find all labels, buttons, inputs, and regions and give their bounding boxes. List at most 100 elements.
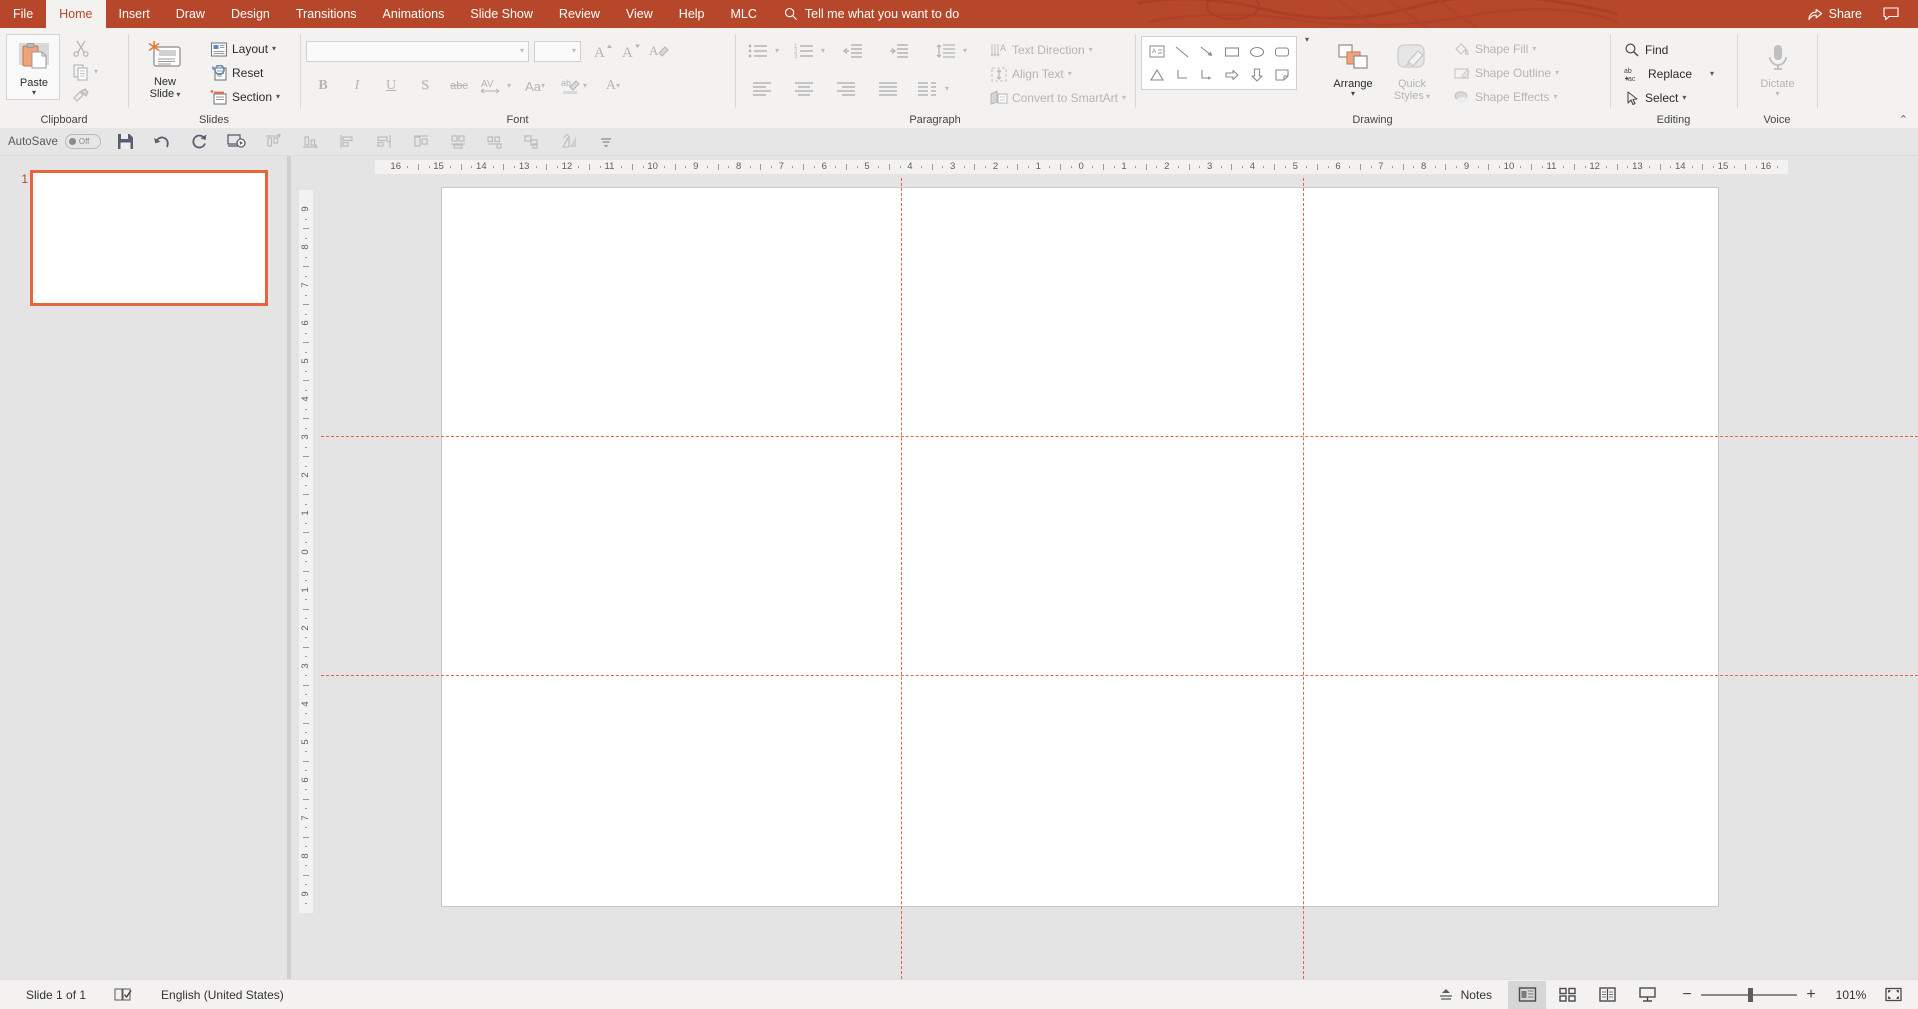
align-text-caret-icon[interactable]: ▾ xyxy=(1068,70,1072,78)
replace-caret-icon[interactable]: ▾ xyxy=(1710,70,1714,78)
shapes-gallery[interactable]: A xyxy=(1141,36,1297,90)
comments-button[interactable] xyxy=(1874,0,1908,28)
font-color-caret-icon[interactable]: ▾ xyxy=(616,82,620,90)
zoom-in-button[interactable]: + xyxy=(1806,986,1816,1002)
character-spacing-button[interactable]: AV ▾ xyxy=(476,73,516,99)
change-case-button[interactable]: Aa ▾ xyxy=(516,73,554,99)
accessibility-checker-button[interactable] xyxy=(100,987,147,1002)
format-painter-button[interactable] xyxy=(68,84,102,108)
quick-styles-caret-icon[interactable]: ▾ xyxy=(1424,92,1430,101)
autosave-control[interactable]: AutoSave Off xyxy=(8,134,107,149)
change-case-caret-icon[interactable]: ▾ xyxy=(541,82,545,90)
vertical-ruler[interactable]: 9 8 7 6 5 4 3 2 1 0 1 2 3 4 5 6 7 8 9 xyxy=(291,178,321,979)
copy-button[interactable]: ▾ xyxy=(68,60,102,84)
distribute-horizontal-button[interactable] xyxy=(477,129,514,155)
tab-help[interactable]: Help xyxy=(666,0,718,28)
shape-rectangle[interactable] xyxy=(1219,40,1244,63)
fit-slide-to-window-button[interactable] xyxy=(1876,981,1910,1009)
align-top-button[interactable] xyxy=(255,129,292,155)
align-left-button[interactable] xyxy=(741,76,783,102)
thumbnail-preview-slide-1[interactable] xyxy=(30,170,268,306)
align-bottom-button[interactable] xyxy=(292,129,329,155)
save-button[interactable] xyxy=(107,129,144,155)
shape-outline-caret-icon[interactable]: ▾ xyxy=(1555,69,1559,77)
reading-view-button[interactable] xyxy=(1588,981,1626,1009)
horizontal-guide-bottom[interactable] xyxy=(321,675,1918,676)
text-highlight-caret-icon[interactable]: ▾ xyxy=(583,82,587,90)
tab-slide-show[interactable]: Slide Show xyxy=(457,0,546,28)
align-text-button[interactable]: Align Text ▾ xyxy=(986,62,1130,86)
align-center-button[interactable] xyxy=(783,76,825,102)
rotate-button[interactable] xyxy=(551,129,588,155)
justify-button[interactable] xyxy=(867,76,909,102)
layout-caret-icon[interactable]: ▾ xyxy=(272,45,276,53)
reset-button[interactable]: Reset xyxy=(206,61,284,85)
quick-styles-button[interactable]: Quick Styles ▾ xyxy=(1383,36,1441,102)
distribute-right-button[interactable] xyxy=(366,129,403,155)
align-center-button[interactable] xyxy=(403,129,440,155)
tab-view[interactable]: View xyxy=(613,0,666,28)
section-caret-icon[interactable]: ▾ xyxy=(276,93,280,101)
character-spacing-caret-icon[interactable]: ▾ xyxy=(507,82,511,90)
zoom-level[interactable]: 101% xyxy=(1828,988,1874,1002)
tab-mlc[interactable]: MLC xyxy=(718,0,770,28)
layout-button[interactable]: Layout ▾ xyxy=(206,37,284,61)
tell-me-search[interactable]: Tell me what you want to do xyxy=(770,0,971,28)
customize-qat-button[interactable] xyxy=(588,129,625,155)
shape-text-box[interactable]: A xyxy=(1144,40,1169,63)
tab-animations[interactable]: Animations xyxy=(370,0,458,28)
select-caret-icon[interactable]: ▾ xyxy=(1682,94,1686,102)
share-button[interactable]: Share xyxy=(1798,0,1872,28)
columns-caret-icon[interactable]: ▾ xyxy=(945,85,949,93)
thumbnail-item[interactable]: 1 xyxy=(0,170,290,306)
tab-draw[interactable]: Draw xyxy=(163,0,218,28)
copy-caret-icon[interactable]: ▾ xyxy=(94,68,98,76)
vertical-guide-right[interactable] xyxy=(1303,178,1304,979)
shape-right-arrow[interactable] xyxy=(1219,63,1244,86)
strikethrough-button[interactable]: abc xyxy=(442,73,476,99)
font-size-input[interactable]: ▾ xyxy=(534,40,581,62)
increase-indent-button[interactable] xyxy=(881,38,917,64)
tab-file[interactable]: File xyxy=(0,0,46,28)
line-spacing-caret-icon[interactable]: ▾ xyxy=(963,47,967,55)
vertical-guide-left[interactable] xyxy=(901,178,902,979)
dictate-button[interactable]: Dictate ▾ xyxy=(1750,36,1806,98)
shape-elbow-connector[interactable] xyxy=(1169,63,1194,86)
align-left-button[interactable] xyxy=(329,129,366,155)
horizontal-guide-top[interactable] xyxy=(321,436,1918,437)
new-slide-caret-icon[interactable]: ▾ xyxy=(174,90,180,99)
zoom-slider[interactable]: − + xyxy=(1668,986,1826,1002)
convert-smartart-caret-icon[interactable]: ▾ xyxy=(1122,94,1126,102)
text-highlight-color-button[interactable]: ab ▾ xyxy=(554,73,594,99)
text-direction-button[interactable]: A Text Direction ▾ xyxy=(986,38,1130,62)
text-direction-caret-icon[interactable]: ▾ xyxy=(1089,46,1093,54)
shape-triangle[interactable] xyxy=(1144,63,1169,86)
section-button[interactable]: Section ▾ xyxy=(206,85,284,109)
zoom-track[interactable] xyxy=(1701,987,1797,1002)
group-button[interactable] xyxy=(514,129,551,155)
slide-canvas-area[interactable] xyxy=(321,178,1918,979)
autosave-toggle[interactable]: Off xyxy=(64,134,101,149)
undo-button[interactable] xyxy=(144,129,181,155)
shape-oval[interactable] xyxy=(1244,40,1269,63)
slide-show-view-button[interactable] xyxy=(1628,981,1666,1009)
collapse-ribbon-button[interactable]: ⌃ xyxy=(1817,112,1918,128)
tab-review[interactable]: Review xyxy=(546,0,613,28)
tab-home[interactable]: Home xyxy=(46,0,106,28)
tab-insert[interactable]: Insert xyxy=(106,0,163,28)
shape-arrow[interactable] xyxy=(1194,40,1219,63)
numbering-caret-icon[interactable]: ▾ xyxy=(821,47,825,55)
bullets-caret-icon[interactable]: ▾ xyxy=(775,47,779,55)
tab-design[interactable]: Design xyxy=(218,0,283,28)
cut-button[interactable] xyxy=(68,36,102,60)
notes-button[interactable]: Notes xyxy=(1424,988,1506,1002)
language-indicator[interactable]: English (United States) xyxy=(147,988,298,1002)
tab-transitions[interactable]: Transitions xyxy=(283,0,370,28)
replace-button[interactable]: ab ac Replace ▾ xyxy=(1620,62,1718,86)
horizontal-ruler[interactable]: 16 15 14 13 12 11 10 9 8 7 6 5 4 3 2 1 0 1 2 3 4 5 6 7 8 9 10 11 12 1… xyxy=(291,156,1918,178)
shape-line[interactable] xyxy=(1169,40,1194,63)
redo-button[interactable] xyxy=(181,129,218,155)
slide-thumbnail-pane[interactable]: 1 xyxy=(0,156,291,979)
arrange-caret-icon[interactable]: ▾ xyxy=(1351,90,1355,98)
font-name-input[interactable]: ▾ xyxy=(306,40,529,62)
